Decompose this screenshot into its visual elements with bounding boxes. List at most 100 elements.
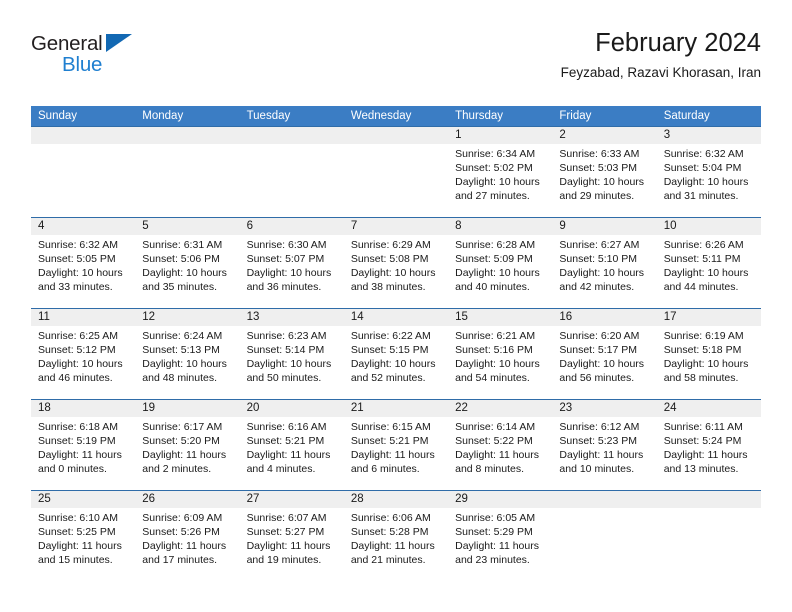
sunset-text: Sunset: 5:24 PM <box>663 435 742 447</box>
day-cell: Sunrise: 6:33 AM Sunset: 5:03 PM Dayligh… <box>552 144 656 217</box>
daylight-text-line2: and 21 minutes. <box>350 554 426 566</box>
sunrise-text: Sunrise: 6:34 AM <box>455 148 536 160</box>
daylight-text-line2: and 44 minutes. <box>663 281 739 293</box>
day-number[interactable]: 3 <box>657 127 761 144</box>
day-number[interactable]: 11 <box>31 309 135 326</box>
day-number[interactable]: 26 <box>135 491 239 508</box>
day-number[interactable]: 25 <box>31 491 135 508</box>
daylight-text-line2: and 40 minutes. <box>455 281 530 293</box>
sunrise-text: Sunrise: 6:22 AM <box>350 330 431 342</box>
daylight-text-line2: and 58 minutes. <box>663 372 739 384</box>
daylight-text-line1: Daylight: 11 hours <box>246 540 331 552</box>
sunrise-text: Sunrise: 6:05 AM <box>455 512 536 524</box>
day-number[interactable] <box>552 491 656 508</box>
day-number[interactable]: 17 <box>657 309 761 326</box>
day-number[interactable]: 8 <box>448 218 552 235</box>
day-number[interactable]: 7 <box>344 218 448 235</box>
day-number[interactable]: 19 <box>135 400 239 417</box>
sunset-text: Sunset: 5:19 PM <box>38 435 116 447</box>
daylight-text-line2: and 4 minutes. <box>246 463 316 475</box>
day-number[interactable]: 12 <box>135 309 239 326</box>
sunset-text: Sunset: 5:18 PM <box>663 344 742 356</box>
day-number[interactable]: 16 <box>552 309 656 326</box>
daylight-text-line1: Daylight: 10 hours <box>663 358 749 370</box>
day-number[interactable]: 15 <box>448 309 552 326</box>
day-cell: Sunrise: 6:23 AM Sunset: 5:14 PM Dayligh… <box>240 326 344 399</box>
sunset-text: Sunset: 5:10 PM <box>559 253 638 265</box>
day-number[interactable]: 22 <box>448 400 552 417</box>
daylight-text-line2: and 31 minutes. <box>663 190 739 202</box>
daylight-text-line2: and 17 minutes. <box>142 554 217 566</box>
sunset-text: Sunset: 5:14 PM <box>246 344 325 356</box>
day-number[interactable]: 10 <box>657 218 761 235</box>
daylight-text-line1: Daylight: 11 hours <box>246 449 331 461</box>
daylight-text-line1: Daylight: 10 hours <box>455 176 540 188</box>
day-cell: Sunrise: 6:20 AM Sunset: 5:17 PM Dayligh… <box>552 326 656 399</box>
day-cell: Sunrise: 6:12 AM Sunset: 5:23 PM Dayligh… <box>552 417 656 490</box>
day-number[interactable]: 27 <box>240 491 344 508</box>
day-cell: Sunrise: 6:27 AM Sunset: 5:10 PM Dayligh… <box>552 235 656 308</box>
day-number[interactable]: 4 <box>31 218 135 235</box>
week-daynumber-band: 25 26 27 28 29 <box>31 491 761 508</box>
day-number[interactable] <box>344 127 448 144</box>
title-block: February 2024 Feyzabad, Razavi Khorasan,… <box>561 28 761 81</box>
day-number[interactable]: 20 <box>240 400 344 417</box>
general-blue-logo: General Blue <box>31 32 231 88</box>
daylight-text-line2: and 23 minutes. <box>455 554 530 566</box>
daylight-text-line1: Daylight: 11 hours <box>455 449 539 461</box>
daylight-text-line1: Daylight: 10 hours <box>455 267 540 279</box>
day-cell: Sunrise: 6:21 AM Sunset: 5:16 PM Dayligh… <box>448 326 552 399</box>
day-number[interactable]: 21 <box>344 400 448 417</box>
day-number[interactable]: 13 <box>240 309 344 326</box>
sunset-text: Sunset: 5:21 PM <box>350 435 429 447</box>
day-number[interactable]: 6 <box>240 218 344 235</box>
day-number[interactable]: 23 <box>552 400 656 417</box>
sunrise-text: Sunrise: 6:12 AM <box>559 421 640 433</box>
day-cell: Sunrise: 6:06 AM Sunset: 5:28 PM Dayligh… <box>344 508 448 581</box>
sunset-text: Sunset: 5:13 PM <box>142 344 220 356</box>
day-number[interactable]: 9 <box>552 218 656 235</box>
daylight-text-line1: Daylight: 11 hours <box>559 449 644 461</box>
sunrise-text: Sunrise: 6:24 AM <box>142 330 223 342</box>
sunrise-text: Sunrise: 6:25 AM <box>38 330 118 342</box>
day-number[interactable] <box>135 127 239 144</box>
daylight-text-line1: Daylight: 11 hours <box>38 449 122 461</box>
logo-text-general: General <box>31 32 103 55</box>
daylight-text-line1: Daylight: 10 hours <box>246 358 332 370</box>
day-number[interactable]: 24 <box>657 400 761 417</box>
daylight-text-line1: Daylight: 10 hours <box>559 267 645 279</box>
day-cell: Sunrise: 6:19 AM Sunset: 5:18 PM Dayligh… <box>657 326 761 399</box>
week-row: 25 26 27 28 29 Sunrise: 6:10 AM Sunset: … <box>31 490 761 581</box>
day-number[interactable]: 1 <box>448 127 552 144</box>
daylight-text-line2: and 36 minutes. <box>246 281 322 293</box>
day-number[interactable]: 29 <box>448 491 552 508</box>
sunset-text: Sunset: 5:21 PM <box>246 435 325 447</box>
day-cell <box>552 508 656 581</box>
day-number[interactable]: 14 <box>344 309 448 326</box>
page-header: General Blue February 2024 Feyzabad, Raz… <box>31 28 761 100</box>
day-cell: Sunrise: 6:32 AM Sunset: 5:04 PM Dayligh… <box>657 144 761 217</box>
day-number[interactable]: 18 <box>31 400 135 417</box>
daylight-text-line1: Daylight: 10 hours <box>350 358 436 370</box>
daylight-text-line1: Daylight: 11 hours <box>38 540 122 552</box>
daylight-text-line2: and 6 minutes. <box>350 463 420 475</box>
weekday-header-friday: Friday <box>559 110 592 122</box>
daylight-text-line1: Daylight: 10 hours <box>246 267 332 279</box>
day-number[interactable] <box>240 127 344 144</box>
day-number[interactable]: 2 <box>552 127 656 144</box>
page-title: February 2024 <box>595 29 761 57</box>
sunrise-text: Sunrise: 6:14 AM <box>455 421 536 433</box>
weekday-header-sunday: Sunday <box>38 110 78 122</box>
day-cell <box>240 144 344 217</box>
day-number[interactable] <box>31 127 135 144</box>
daylight-text-line2: and 46 minutes. <box>38 372 113 384</box>
sunrise-text: Sunrise: 6:09 AM <box>142 512 223 524</box>
sunrise-text: Sunrise: 6:32 AM <box>663 148 744 160</box>
day-number[interactable] <box>657 491 761 508</box>
day-cell: Sunrise: 6:22 AM Sunset: 5:15 PM Dayligh… <box>344 326 448 399</box>
sunset-text: Sunset: 5:09 PM <box>455 253 533 265</box>
day-number[interactable]: 28 <box>344 491 448 508</box>
day-number[interactable]: 5 <box>135 218 239 235</box>
sunrise-text: Sunrise: 6:07 AM <box>246 512 327 524</box>
sunrise-text: Sunrise: 6:32 AM <box>38 239 118 251</box>
